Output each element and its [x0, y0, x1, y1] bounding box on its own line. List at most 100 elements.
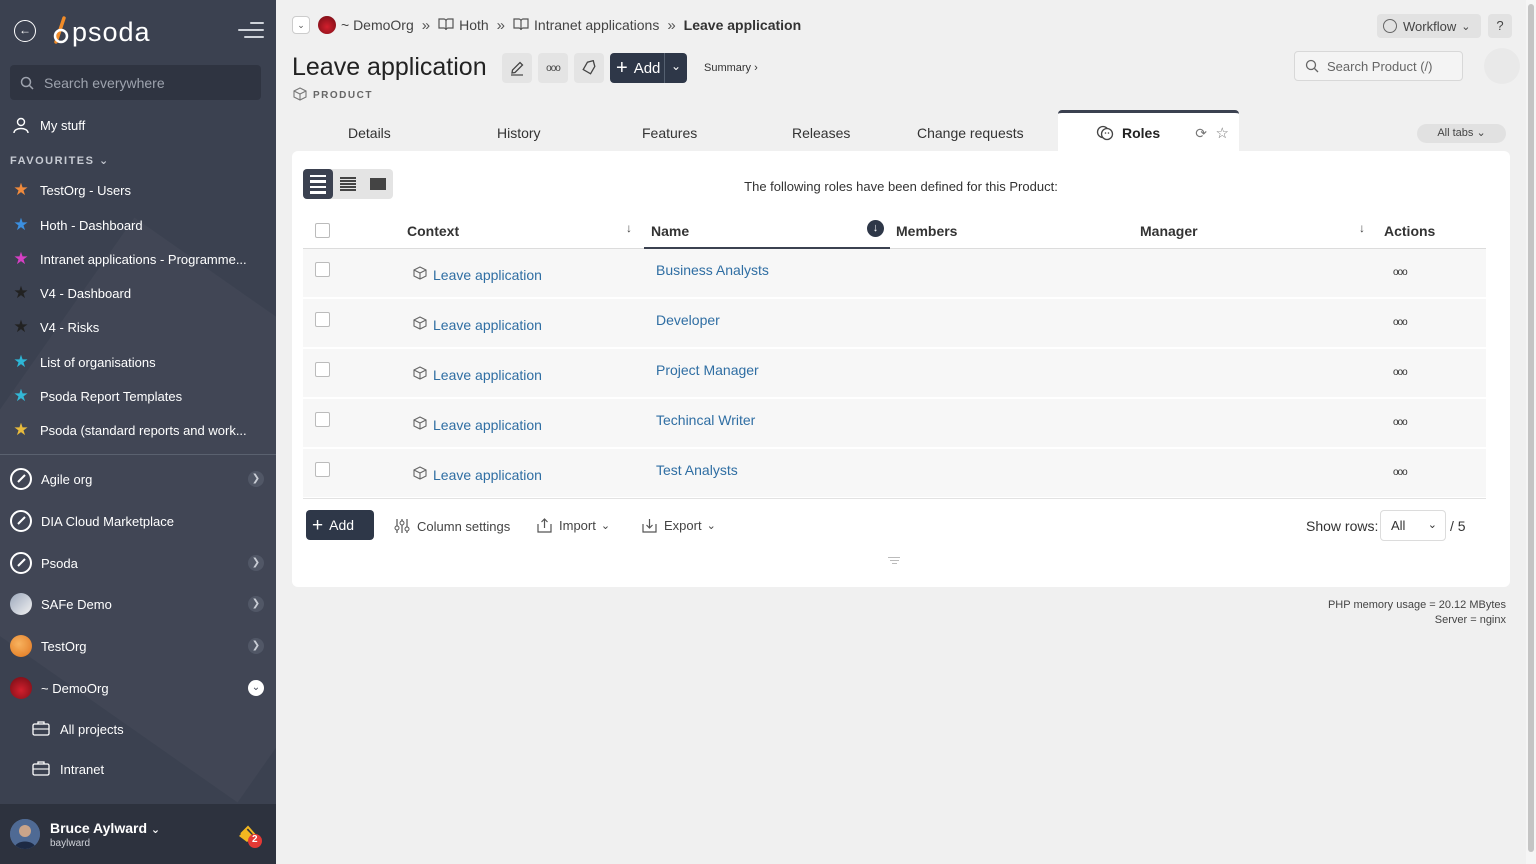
chevron-right-icon[interactable]: ❯: [248, 555, 264, 571]
chevron-down-icon: ⌄: [1427, 519, 1437, 531]
row-actions-icon[interactable]: ooo: [1393, 367, 1408, 378]
user-menu[interactable]: Bruce Aylward ⌄ baylward 2: [0, 804, 276, 864]
row-actions-icon[interactable]: ooo: [1393, 317, 1408, 328]
import-dropdown[interactable]: Import ⌄: [537, 518, 610, 533]
summary-link[interactable]: Summary ›: [704, 62, 758, 74]
tab-roles[interactable]: Roles ⟳ ☆: [1058, 110, 1239, 152]
context-link[interactable]: Leave application: [433, 317, 542, 333]
row-checkbox[interactable]: [315, 312, 330, 327]
row-checkbox[interactable]: [315, 462, 330, 477]
star-icon: ★: [13, 420, 29, 439]
column-header-name[interactable]: Name: [651, 223, 689, 239]
chevron-right-icon[interactable]: ❯: [248, 596, 264, 612]
org-item-safe-demo[interactable]: SAFe Demo ❯: [0, 587, 276, 621]
org-item-testorg[interactable]: TestOrg ❯: [0, 629, 276, 663]
compass-icon: [10, 552, 32, 574]
chevron-down-icon[interactable]: ⌄: [248, 680, 264, 696]
favourite-item[interactable]: ★ V4 - Risks: [0, 310, 276, 344]
more-options-button[interactable]: ooo: [538, 53, 568, 83]
search-product-input[interactable]: [1327, 58, 1457, 74]
book-icon: [438, 17, 454, 34]
favourite-item[interactable]: ★ List of organisations: [0, 345, 276, 379]
chevron-right-icon[interactable]: ❯: [248, 471, 264, 487]
role-name-link[interactable]: Business Analysts: [656, 262, 769, 278]
export-dropdown[interactable]: Export ⌄: [642, 518, 716, 533]
sort-arrow-icon[interactable]: ↓: [1359, 221, 1365, 235]
column-header-actions: Actions: [1384, 223, 1436, 239]
breadcrumb: ⌄ ~ DemoOrg » Hoth » Intranet applicatio…: [292, 14, 801, 36]
table-row: Leave application Techincal Writer ooo: [303, 399, 1486, 447]
tag-button[interactable]: [574, 53, 604, 83]
page-scrollbar[interactable]: [1526, 0, 1536, 864]
favourite-item[interactable]: ★ Intranet applications - Programme...: [0, 242, 276, 276]
column-settings-button[interactable]: Column settings: [394, 518, 510, 534]
notifications-bell-icon[interactable]: 2: [236, 822, 262, 848]
breadcrumb-item-hoth[interactable]: Hoth: [438, 17, 489, 34]
sidebar-item-my-stuff[interactable]: My stuff: [0, 108, 276, 142]
logo[interactable]: psoda: [50, 14, 151, 50]
row-actions-icon[interactable]: ooo: [1393, 417, 1408, 428]
tab-features[interactable]: Features: [642, 125, 697, 141]
tab-change-requests[interactable]: Change requests: [917, 125, 1024, 141]
help-button[interactable]: ?: [1488, 14, 1512, 38]
sort-active-icon[interactable]: ↓: [867, 220, 884, 237]
collapse-sidebar-icon[interactable]: [238, 22, 264, 40]
select-all-checkbox[interactable]: [315, 223, 330, 238]
sidebar-item-intranet[interactable]: Intranet: [0, 752, 276, 786]
global-search[interactable]: [10, 65, 261, 100]
favourite-item[interactable]: ★ Hoth - Dashboard: [0, 208, 276, 242]
all-tabs-dropdown[interactable]: All tabs ⌄: [1417, 124, 1506, 143]
workflow-button[interactable]: Workflow ⌄: [1377, 14, 1481, 38]
breadcrumb-item-intranet-applications[interactable]: Intranet applications: [513, 17, 659, 34]
chevron-right-icon[interactable]: ❯: [248, 638, 264, 654]
tab-releases[interactable]: Releases: [792, 125, 850, 141]
role-name-link[interactable]: Project Manager: [656, 362, 759, 378]
org-item-dia-cloud[interactable]: DIA Cloud Marketplace: [0, 504, 276, 538]
global-search-input[interactable]: [44, 74, 244, 91]
search-product[interactable]: [1294, 51, 1463, 81]
favourite-item[interactable]: ★ V4 - Dashboard: [0, 276, 276, 310]
favourites-heading[interactable]: FAVOURITES ⌄: [10, 154, 110, 167]
edit-button[interactable]: [502, 53, 532, 83]
row-checkbox[interactable]: [315, 362, 330, 377]
role-name-link[interactable]: Developer: [656, 312, 720, 328]
org-item-demoorg[interactable]: ~ DemoOrg ⌄: [0, 671, 276, 705]
row-checkbox[interactable]: [315, 262, 330, 277]
context-link[interactable]: Leave application: [433, 367, 542, 383]
context-link[interactable]: Leave application: [433, 417, 542, 433]
demoorg-logo-icon: [318, 16, 336, 34]
org-item-agile-org[interactable]: Agile org ❯: [0, 462, 276, 496]
row-actions-icon[interactable]: ooo: [1393, 267, 1408, 278]
favourite-item[interactable]: ★ Psoda Report Templates: [0, 379, 276, 413]
role-name-link[interactable]: Techincal Writer: [656, 412, 755, 428]
column-header-members[interactable]: Members: [896, 223, 957, 239]
context-link[interactable]: Leave application: [433, 467, 542, 483]
tab-details[interactable]: Details: [348, 125, 391, 141]
context-link[interactable]: Leave application: [433, 267, 542, 283]
tab-history[interactable]: History: [497, 125, 541, 141]
favourite-item[interactable]: ★ TestOrg - Users: [0, 173, 276, 207]
back-icon[interactable]: ←: [14, 20, 36, 42]
show-rows-select[interactable]: All ⌄: [1380, 510, 1446, 541]
row-checkbox[interactable]: [315, 412, 330, 427]
org-item-psoda[interactable]: Psoda ❯: [0, 546, 276, 580]
sidebar-item-all-projects[interactable]: All projects: [0, 712, 276, 746]
refresh-icon[interactable]: ⟳: [1195, 125, 1207, 142]
add-role-button[interactable]: + Add: [306, 510, 374, 540]
chevron-down-icon: ⌄: [706, 520, 716, 532]
breadcrumb-item-demoorg[interactable]: ~ DemoOrg: [318, 16, 414, 34]
resize-grip-icon[interactable]: [888, 555, 900, 566]
star-outline-icon[interactable]: ☆: [1216, 124, 1229, 142]
add-dropdown-button[interactable]: + Add ⌄: [610, 53, 687, 83]
row-actions-icon[interactable]: ooo: [1393, 467, 1408, 478]
column-header-manager[interactable]: Manager: [1140, 223, 1198, 239]
sort-arrow-icon[interactable]: ↓: [626, 221, 632, 235]
chevron-down-icon[interactable]: ⌄: [292, 16, 310, 34]
role-name-link[interactable]: Test Analysts: [656, 462, 738, 478]
table-row: Leave application Developer ooo: [303, 299, 1486, 347]
more-icon: ooo: [546, 62, 561, 74]
column-header-context[interactable]: Context: [407, 223, 459, 239]
sidebar-header: ← psoda: [0, 0, 276, 64]
favourite-item[interactable]: ★ Psoda (standard reports and work...: [0, 413, 276, 447]
star-icon: ★: [13, 215, 29, 234]
